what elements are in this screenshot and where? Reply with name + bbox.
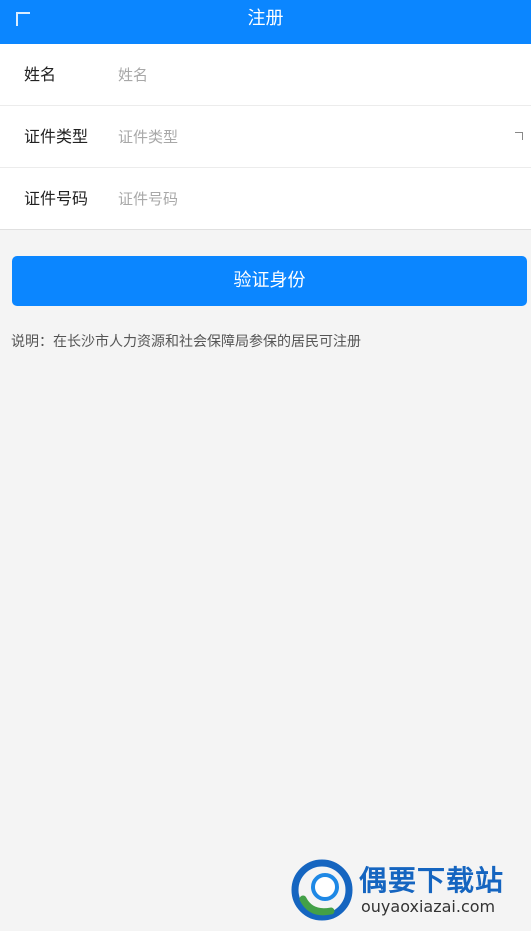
id-number-input[interactable] xyxy=(118,184,498,214)
registration-note: 说明：在长沙市人力资源和社会保障局参保的居民可注册 xyxy=(11,334,361,350)
id-type-row[interactable]: 证件类型 xyxy=(0,106,531,168)
id-number-label: 证件号码 xyxy=(24,189,89,208)
id-type-label: 证件类型 xyxy=(24,127,89,146)
id-number-row: 证件号码 xyxy=(0,168,531,230)
watermark-url: ouyaoxiazai.com xyxy=(361,897,496,916)
name-row: 姓名 xyxy=(0,44,531,106)
page-title: 注册 xyxy=(247,8,284,29)
verify-identity-button[interactable]: 验证身份 xyxy=(12,256,527,306)
id-type-select[interactable] xyxy=(118,122,498,152)
site-watermark: 偶要下载站 ouyaoxiazai.com xyxy=(291,855,521,923)
register-form: 姓名 证件类型 证件号码 xyxy=(0,44,531,230)
watermark-logo-icon xyxy=(291,859,353,921)
watermark-title: 偶要下载站 xyxy=(359,864,505,897)
register-page: 注册 姓名 证件类型 证件号码 验证身份 说明：在长沙市人力资源和社会保障局参保… xyxy=(0,0,531,931)
name-input[interactable] xyxy=(118,60,498,90)
dropdown-icon[interactable] xyxy=(515,132,523,140)
header-bar: 注册 xyxy=(0,0,531,44)
name-label: 姓名 xyxy=(24,65,57,84)
